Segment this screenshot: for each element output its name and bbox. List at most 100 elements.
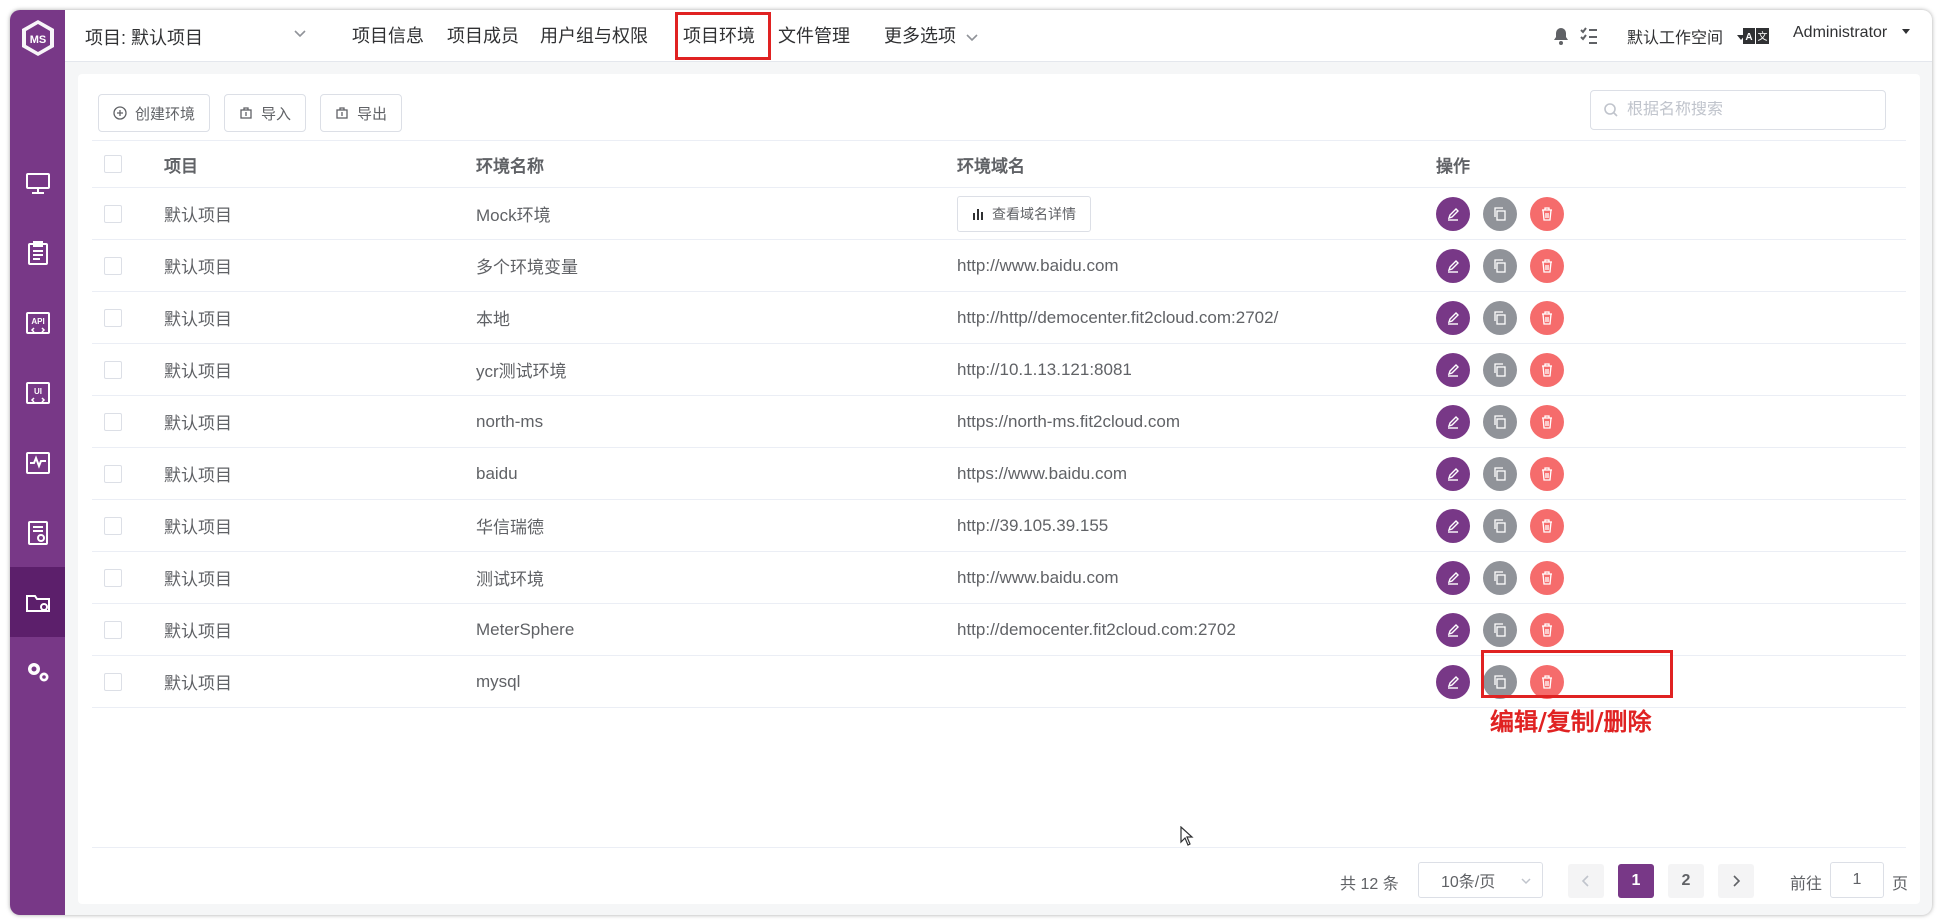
import-icon <box>240 107 252 119</box>
delete-button[interactable] <box>1530 560 1564 595</box>
row-project: 默认项目 <box>164 414 232 433</box>
workspace-select[interactable]: 默认工作空间 <box>1627 24 1747 48</box>
copy-button[interactable] <box>1483 248 1517 283</box>
bell-icon[interactable] <box>1551 26 1571 46</box>
tab-user-groups[interactable]: 用户组与权限 <box>540 22 648 48</box>
edit-button[interactable] <box>1436 664 1470 699</box>
row-env-name: MeterSphere <box>476 619 575 639</box>
row-project: 默认项目 <box>164 518 232 537</box>
copy-button[interactable] <box>1483 404 1517 439</box>
row-checkbox[interactable] <box>104 620 122 639</box>
next-page-button[interactable] <box>1718 864 1754 898</box>
language-icon[interactable]: A文 <box>1743 28 1769 44</box>
row-checkbox[interactable] <box>104 204 122 223</box>
goto-page-input[interactable] <box>1830 862 1884 898</box>
row-checkbox[interactable] <box>104 672 122 691</box>
prev-page-button[interactable] <box>1568 864 1604 898</box>
sidebar-item-workstation[interactable] <box>10 148 65 218</box>
tab-file-management[interactable]: 文件管理 <box>778 22 850 48</box>
edit-button[interactable] <box>1436 300 1470 335</box>
row-checkbox[interactable] <box>104 256 122 275</box>
annotation-highlight-tab <box>675 12 771 60</box>
edit-button[interactable] <box>1436 404 1470 439</box>
row-env-name: 测试环境 <box>476 570 544 589</box>
row-checkbox[interactable] <box>104 464 122 483</box>
edit-button[interactable] <box>1436 352 1470 387</box>
row-env-name: 华信瑞德 <box>476 518 544 537</box>
table-header: 项目 环境名称 环境域名 操作 <box>92 140 1906 188</box>
page-size-select[interactable]: 10条/页 <box>1418 862 1543 898</box>
delete-button[interactable] <box>1530 456 1564 491</box>
row-checkbox[interactable] <box>104 516 122 535</box>
trash-icon <box>1542 518 1552 533</box>
page-button-2[interactable]: 2 <box>1668 864 1704 898</box>
export-icon <box>336 107 348 119</box>
edit-button[interactable] <box>1436 196 1470 231</box>
copy-button[interactable] <box>1483 196 1517 231</box>
row-checkbox[interactable] <box>104 308 122 327</box>
project-select[interactable]: 项目: 默认项目 <box>85 24 307 48</box>
row-checkbox[interactable] <box>104 412 122 431</box>
sidebar-item-system-settings[interactable] <box>10 637 65 707</box>
copy-button[interactable] <box>1483 612 1517 647</box>
task-list-icon[interactable] <box>1579 26 1599 46</box>
delete-button[interactable] <box>1530 612 1564 647</box>
edit-button[interactable] <box>1436 560 1470 595</box>
export-button[interactable]: 导出 <box>320 94 403 132</box>
edit-button[interactable] <box>1436 248 1470 283</box>
copy-button[interactable] <box>1483 300 1517 335</box>
edit-button[interactable] <box>1436 612 1470 647</box>
row-env-domain: http://democenter.fit2cloud.com:2702 <box>957 619 1236 639</box>
delete-button[interactable] <box>1530 508 1564 543</box>
edit-button[interactable] <box>1436 456 1470 491</box>
copy-icon <box>1494 362 1506 377</box>
project-select-label: 项目: 默认项目 <box>85 28 204 48</box>
delete-button[interactable] <box>1530 352 1564 387</box>
import-label: 导入 <box>261 105 292 123</box>
view-domain-details-button[interactable]: 查看域名详情 <box>957 195 1091 232</box>
sidebar-item-test-track[interactable] <box>10 218 65 288</box>
row-project: 默认项目 <box>164 622 232 641</box>
search-box[interactable] <box>1590 90 1886 130</box>
main-card: 创建环境 导入 导出 项目 环境名称 环境域名 操作 默认项目 <box>78 74 1920 904</box>
edit-icon <box>1447 467 1459 481</box>
row-checkbox[interactable] <box>104 360 122 379</box>
sidebar-item-api-test[interactable]: API <box>10 288 65 358</box>
delete-button[interactable] <box>1530 248 1564 283</box>
user-menu[interactable]: Administrator <box>1793 24 1912 42</box>
copy-button[interactable] <box>1483 352 1517 387</box>
delete-button[interactable] <box>1530 196 1564 231</box>
footer-divider <box>92 847 1906 848</box>
sidebar-item-ui-test[interactable]: UI <box>10 358 65 428</box>
copy-button[interactable] <box>1483 456 1517 491</box>
sidebar-item-performance-test[interactable] <box>10 428 65 498</box>
table-row: 默认项目 本地 http://http//democenter.fit2clou… <box>92 292 1906 344</box>
page-button-1[interactable]: 1 <box>1618 864 1654 898</box>
import-button[interactable]: 导入 <box>224 94 307 132</box>
delete-button[interactable] <box>1530 404 1564 439</box>
tab-more-options[interactable]: 更多选项 <box>884 22 979 48</box>
tab-project-info[interactable]: 项目信息 <box>352 22 424 48</box>
tab-project-members[interactable]: 项目成员 <box>447 22 519 48</box>
sidebar: MS API UI <box>10 10 65 915</box>
more-options-label: 更多选项 <box>884 26 956 46</box>
row-env-name: ycr测试环境 <box>476 362 567 381</box>
ms-logo-icon[interactable]: MS <box>18 18 58 58</box>
sidebar-item-project-settings[interactable] <box>10 567 65 637</box>
chevron-right-icon <box>1733 875 1741 887</box>
edit-button[interactable] <box>1436 508 1470 543</box>
create-env-button[interactable]: 创建环境 <box>98 94 211 132</box>
ui-test-icon: UI <box>25 382 50 404</box>
table-row: 默认项目 ycr测试环境 http://10.1.13.121:8081 <box>92 344 1906 396</box>
copy-button[interactable] <box>1483 560 1517 595</box>
row-project: 默认项目 <box>164 258 232 277</box>
row-checkbox[interactable] <box>104 568 122 587</box>
copy-button[interactable] <box>1483 508 1517 543</box>
trash-icon <box>1542 570 1552 585</box>
search-input[interactable] <box>1627 101 1867 119</box>
bar-chart-icon <box>973 208 983 220</box>
copy-icon <box>1494 258 1506 273</box>
sidebar-item-report[interactable] <box>10 498 65 568</box>
select-all-checkbox[interactable] <box>104 155 122 173</box>
delete-button[interactable] <box>1530 300 1564 335</box>
